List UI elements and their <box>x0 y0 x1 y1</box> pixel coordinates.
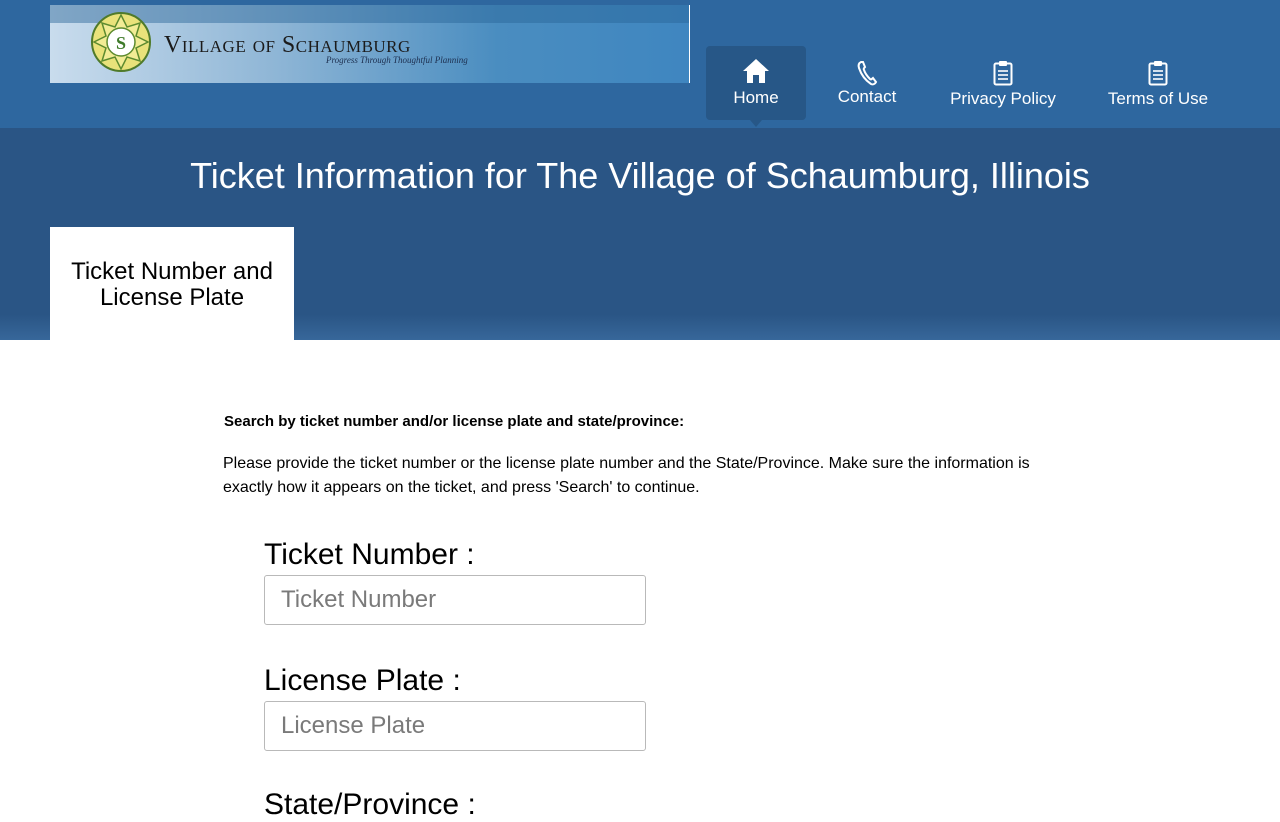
clipboard-icon <box>993 61 1013 86</box>
license-plate-label: License Plate : <box>264 664 461 697</box>
ticket-number-label: Ticket Number : <box>264 538 475 571</box>
license-plate-input[interactable] <box>264 701 646 751</box>
svg-text:S: S <box>116 33 126 53</box>
site-header: S Village of Schaumburg Progress Through… <box>0 0 1280 128</box>
search-instructions: Please provide the ticket number or the … <box>223 455 1030 496</box>
nav-home[interactable]: Home <box>706 46 806 127</box>
state-province-label: State/Province : <box>264 788 476 821</box>
tab-ticket-and-plate[interactable]: Ticket Number and License Plate <box>50 227 294 340</box>
search-form: Search by ticket number and/or license p… <box>0 340 1280 821</box>
village-tagline: Progress Through Thoughtful Planning <box>326 55 468 65</box>
nav-terms-of-use[interactable]: Terms of Use <box>1100 46 1216 120</box>
nav-contact[interactable]: Contact <box>820 46 914 120</box>
page-title: Ticket Information for The Village of Sc… <box>190 155 1090 196</box>
village-seal-icon: S <box>91 12 151 72</box>
nav-privacy-policy[interactable]: Privacy Policy <box>938 46 1068 120</box>
search-heading: Search by ticket number and/or license p… <box>224 413 685 430</box>
ticket-number-input[interactable] <box>264 575 646 625</box>
nav-terms-label: Terms of Use <box>1107 89 1209 108</box>
phone-icon <box>857 61 878 86</box>
clipboard-icon <box>1148 61 1168 86</box>
nav-home-label: Home <box>733 88 779 107</box>
nav-privacy-label: Privacy Policy <box>950 89 1056 108</box>
village-logo-banner[interactable]: S Village of Schaumburg Progress Through… <box>50 5 690 83</box>
nav-contact-label: Contact <box>837 87 897 106</box>
home-icon <box>743 59 769 83</box>
